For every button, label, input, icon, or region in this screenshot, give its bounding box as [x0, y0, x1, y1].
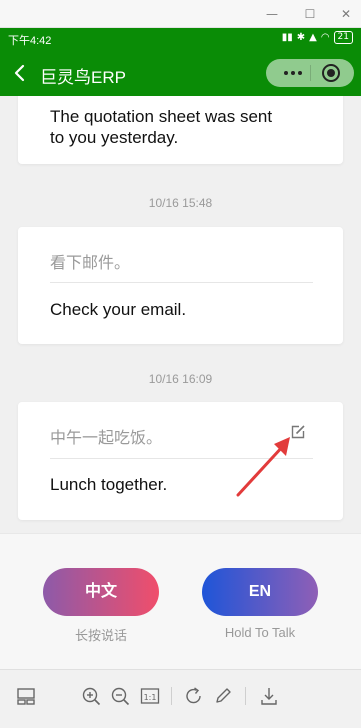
pen-icon[interactable]	[213, 686, 233, 706]
capsule-divider	[310, 65, 311, 81]
chinese-talk-hint: 长按说话	[74, 628, 127, 643]
chat-history[interactable]: The quotation sheet was sent to you yest…	[0, 96, 361, 533]
annotation-arrow	[236, 437, 290, 497]
status-time: 下午4:42	[8, 35, 52, 47]
close-icon[interactable]: ✕	[337, 5, 355, 23]
toolbar-divider	[171, 687, 172, 705]
battery-icon: 21	[333, 31, 353, 44]
bluetooth-icon: ✱	[296, 32, 306, 43]
maximize-icon[interactable]: ☐	[301, 5, 319, 23]
bottom-toolbar: 1:1	[0, 669, 361, 728]
message-source-text: 中午一起吃饭。	[50, 430, 163, 447]
message-translation: Check your email.	[50, 300, 187, 319]
page-title: 巨灵鸟ERP	[40, 68, 126, 87]
chinese-talk-button[interactable]: 中文	[43, 568, 159, 616]
message-card: The quotation sheet was sent to you yest…	[18, 96, 343, 164]
message-divider	[50, 282, 313, 283]
voice-input-panel: 中文 长按说话 EN Hold To Talk	[0, 533, 361, 669]
english-talk-hint: Hold To Talk	[224, 625, 296, 640]
zoom-in-icon[interactable]	[81, 686, 101, 706]
message-translation: Lunch together.	[50, 475, 168, 494]
message-timestamp: 10/16 16:09	[148, 372, 213, 386]
svg-text:1:1: 1:1	[144, 693, 157, 702]
minimize-icon[interactable]: —	[263, 5, 281, 23]
rotate-icon[interactable]	[184, 686, 204, 706]
navigation-bar: 巨灵鸟ERP	[0, 50, 361, 96]
actual-size-icon[interactable]: 1:1	[140, 686, 160, 706]
wifi-icon: ◠	[320, 32, 330, 43]
window-title-bar: — ☐ ✕	[0, 0, 361, 28]
toolbar-divider	[245, 687, 246, 705]
message-card: 看下邮件。 Check your email.	[18, 227, 343, 344]
download-icon[interactable]	[259, 686, 279, 706]
app-window: — ☐ ✕ 下午4:42 ▮▮ ✱ ▲ ◠ 21 巨灵鸟ERP The quot…	[0, 0, 361, 728]
close-mini-program-icon[interactable]	[322, 64, 340, 82]
zoom-out-icon[interactable]	[110, 686, 130, 706]
signal-icon: ▮▮	[281, 32, 293, 43]
message-source-text: 看下邮件。	[50, 255, 131, 272]
mini-program-capsule	[266, 59, 354, 87]
back-arrow-icon[interactable]	[10, 62, 30, 84]
status-bar: 下午4:42 ▮▮ ✱ ▲ ◠ 21	[0, 28, 361, 50]
network-icon: ▲	[309, 32, 317, 43]
layout-icon[interactable]	[16, 686, 36, 706]
more-options-icon[interactable]	[276, 59, 310, 87]
message-timestamp: 10/16 15:48	[148, 196, 213, 210]
english-talk-button[interactable]: EN	[202, 568, 318, 616]
status-icons: ▮▮ ✱ ▲ ◠ 21	[282, 31, 353, 44]
message-translation: The quotation sheet was sent to you yest…	[50, 107, 273, 147]
